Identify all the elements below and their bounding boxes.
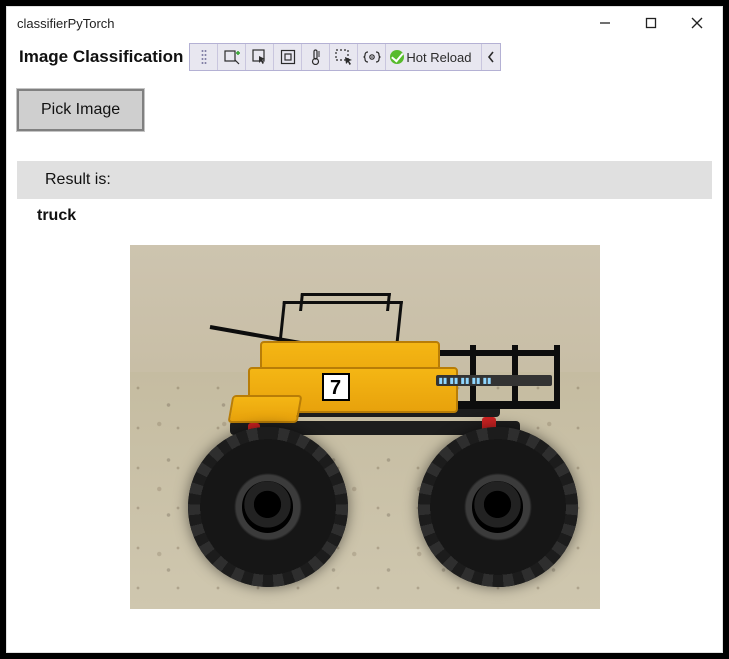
toolbar-grip[interactable] <box>190 44 218 70</box>
add-view-icon[interactable] <box>218 44 246 70</box>
maximize-button[interactable] <box>628 7 674 39</box>
minimize-button[interactable] <box>582 7 628 39</box>
front-tire <box>188 427 348 587</box>
select-region-icon[interactable] <box>330 44 358 70</box>
debug-toolbar: Hot Reload <box>189 43 501 71</box>
hot-reload-label: Hot Reload <box>404 50 477 65</box>
toolbar-collapse-button[interactable] <box>482 44 500 70</box>
window-title: classifierPyTorch <box>17 16 115 31</box>
pick-image-button[interactable]: Pick Image <box>17 89 144 131</box>
rear-tire <box>418 427 578 587</box>
thermometer-icon[interactable] <box>302 44 330 70</box>
app-window: classifierPyTorch Image Classification <box>6 6 723 653</box>
page-heading: Image Classification <box>19 47 183 67</box>
number-plate: 7 <box>322 373 350 401</box>
classified-image: 7 ▮▮ ▮▮ ▮▮ ▮▮ ▮▮ <box>130 245 600 609</box>
close-button[interactable] <box>674 7 720 39</box>
result-value: truck <box>37 207 712 225</box>
result-label: Result is: <box>17 161 712 199</box>
title-bar: classifierPyTorch <box>7 7 722 39</box>
braces-target-icon[interactable] <box>358 44 386 70</box>
frame-icon[interactable] <box>274 44 302 70</box>
check-circle-icon <box>390 50 404 64</box>
inspect-cursor-icon[interactable] <box>246 44 274 70</box>
hot-reload-button[interactable]: Hot Reload <box>386 44 482 70</box>
